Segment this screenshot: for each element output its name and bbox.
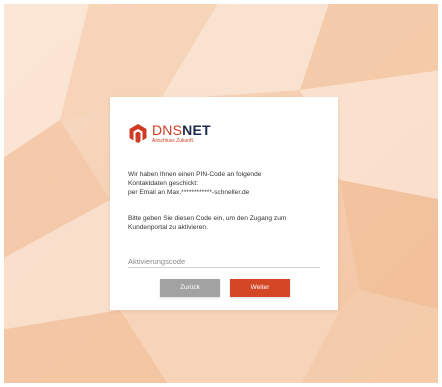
brand-name-dns: DNS (152, 122, 183, 138)
brand-name: DNSNET (152, 123, 211, 137)
login-page: DNSNET Anschluss Zukunft. Wir haben Ihne… (0, 0, 442, 387)
email-address-line: per Email an Max.************-schneller.… (128, 189, 250, 196)
activation-code-input[interactable] (128, 254, 320, 269)
next-button[interactable]: Weiter (230, 279, 290, 297)
brand-name-net: NET (182, 122, 211, 138)
pin-sent-message: Wir haben Ihnen einen PIN-Code an folgen… (128, 170, 328, 197)
instruction-message: Bitte geben Sie diesen Code ein, um den … (128, 214, 328, 232)
message-line: Bitte geben Sie diesen Code ein, um den … (128, 215, 287, 222)
message-line: Wir haben Ihnen einen PIN-Code an folgen… (128, 171, 262, 178)
activation-code-field (128, 251, 320, 269)
brand-logo: DNSNET Anschluss Zukunft. (128, 123, 211, 149)
back-button[interactable]: Zurück (160, 279, 220, 297)
brand-tagline: Anschluss Zukunft. (152, 138, 195, 144)
message-line: Kundenportal zu aktivieren. (128, 224, 208, 231)
pin-verification-card: DNSNET Anschluss Zukunft. Wir haben Ihne… (110, 97, 338, 310)
brand-text: DNSNET Anschluss Zukunft. (152, 123, 211, 145)
message-line: Kontaktdaten geschickt: (128, 180, 199, 187)
dnsnet-logo-icon (129, 124, 147, 143)
